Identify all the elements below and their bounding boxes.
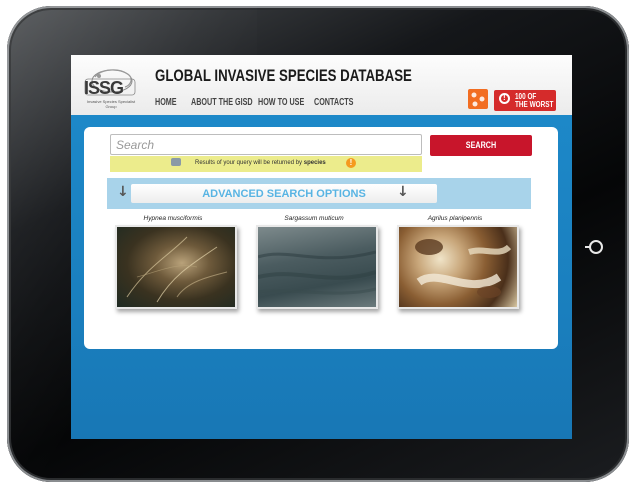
nav-home[interactable]: HOME	[155, 97, 177, 108]
orange-share-icon[interactable]	[468, 89, 488, 109]
search-button-label: SEARCH	[465, 140, 497, 150]
species-name: Agrilus planipennis	[427, 215, 483, 222]
species-card[interactable]: Sargassum muticum	[251, 215, 378, 309]
page-title: GLOBAL INVASIVE SPECIES DATABASE	[155, 66, 412, 85]
species-card[interactable]: Agrilus planipennis	[392, 215, 519, 309]
home-button-icon[interactable]	[585, 240, 603, 254]
logo-subtext: Invasive Species Specialist Group	[86, 99, 136, 109]
arrow-down-icon: ↓	[397, 184, 409, 200]
search-input[interactable]: Search	[110, 134, 422, 155]
species-photo[interactable]	[397, 225, 519, 309]
advanced-search-label: ADVANCED SEARCH OPTIONS	[202, 188, 366, 200]
alert-circle-icon	[499, 93, 510, 104]
robot-icon	[171, 158, 181, 166]
species-name: Sargassum muticum	[284, 215, 344, 222]
advanced-search-bar[interactable]: ADVANCED SEARCH OPTIONS	[131, 184, 437, 203]
search-button[interactable]: SEARCH	[430, 135, 532, 156]
nav-how-to-use[interactable]: HOW TO USE	[258, 97, 304, 108]
advanced-search-toggle[interactable]: ↓ ADVANCED SEARCH OPTIONS ↓	[107, 178, 531, 209]
arrow-down-icon: ↓	[117, 184, 129, 200]
100-of-the-worst-button[interactable]: 100 OF THE WORST	[494, 90, 556, 111]
tablet-screen: ISSG Invasive Species Specialist Group G…	[71, 55, 572, 439]
nav-contacts[interactable]: CONTACTS	[314, 97, 353, 108]
info-icon[interactable]: !	[346, 158, 356, 168]
nav-about[interactable]: ABOUT THE GISD	[191, 97, 253, 108]
species-photo[interactable]	[115, 225, 237, 309]
query-notice: Results of your query will be returned b…	[110, 156, 422, 172]
badge-line-2: THE WORST	[515, 100, 554, 109]
logo-text: ISSG	[84, 78, 124, 98]
search-panel: Search SEARCH Results of your query will…	[84, 127, 558, 349]
species-name: Hypnea musciformis	[143, 215, 203, 222]
site-header: ISSG Invasive Species Specialist Group G…	[71, 55, 572, 115]
species-card[interactable]: Hypnea musciformis	[110, 215, 237, 309]
species-photo[interactable]	[256, 225, 378, 309]
notice-mode: species	[303, 160, 326, 166]
notice-text: Results of your query will be returned b…	[195, 160, 326, 166]
notice-prefix: Results of your query will be returned b…	[195, 160, 303, 166]
